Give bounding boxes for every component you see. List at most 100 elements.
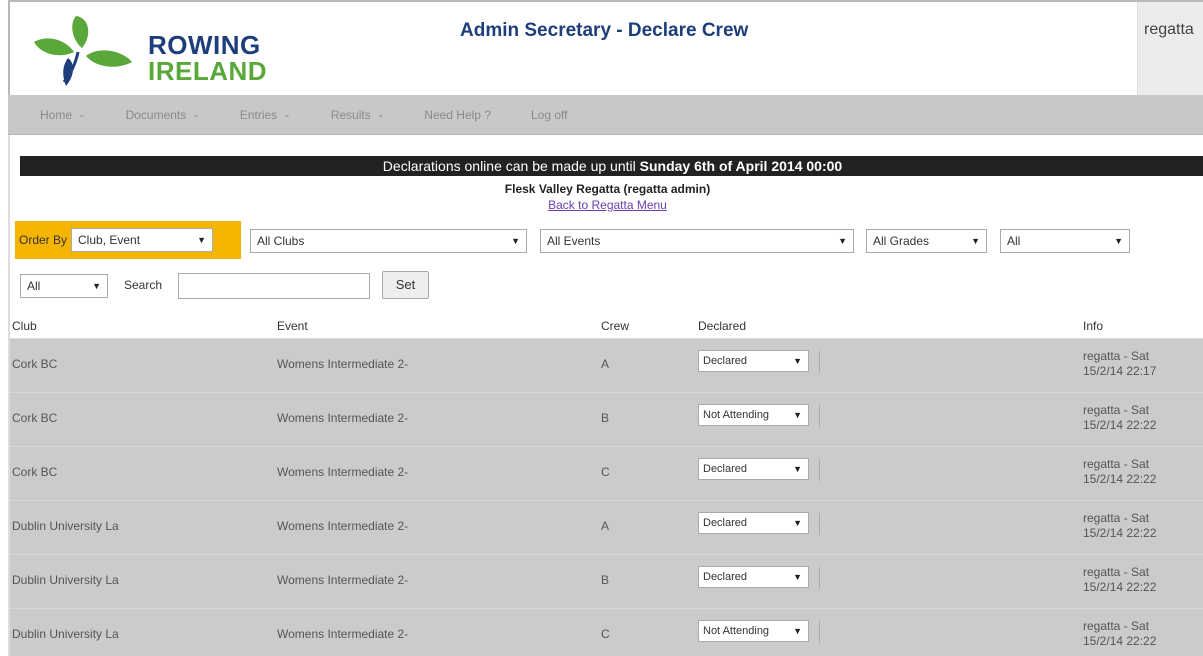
- nav-need-help[interactable]: Need Help ?: [424, 108, 491, 122]
- logo-line-2: IRELAND: [148, 56, 268, 86]
- shamrock-icon: [34, 16, 132, 86]
- main-nav: Home ⌄ Documents ⌄ Entries ⌄ Results ⌄ N…: [8, 95, 1203, 135]
- logo-line-1: ROWING: [148, 30, 261, 60]
- declared-value: Not Attending: [703, 625, 770, 637]
- main-content: Declarations online can be made up until…: [8, 135, 1203, 656]
- header-info: Info: [1083, 319, 1104, 333]
- nav-log-off-label: Log off: [531, 107, 568, 122]
- declared-select[interactable]: Not Attending ▼: [698, 620, 809, 642]
- info-line-1: regatta - Sat: [1083, 457, 1150, 471]
- divider: [819, 459, 820, 481]
- info-line-2: 15/2/14 22:22: [1083, 580, 1157, 594]
- declared-value: Declared: [703, 517, 748, 529]
- dropdown-arrow-icon: ▼: [511, 236, 520, 246]
- header: ROWING IRELAND Admin Secretary - Declare…: [8, 0, 1203, 95]
- header-club: Club: [12, 319, 37, 333]
- cell-crew: C: [601, 627, 610, 641]
- chevron-down-icon: ⌄: [376, 109, 385, 119]
- chevron-down-icon: ⌄: [283, 109, 291, 119]
- declaration-deadline-banner: Declarations online can be made up until…: [20, 156, 1203, 176]
- declared-value: Declared: [703, 355, 748, 367]
- nav-results[interactable]: Results ⌄: [331, 108, 385, 122]
- info-line-1: regatta - Sat: [1083, 349, 1150, 363]
- declared-select[interactable]: Declared ▼: [698, 512, 809, 534]
- cell-event: Womens Intermediate 2-: [277, 465, 409, 479]
- grades-select[interactable]: All Grades ▼: [866, 229, 987, 253]
- cell-declared: Declared ▼: [698, 512, 809, 534]
- order-by-value: Club, Event: [78, 233, 141, 247]
- declared-select[interactable]: Declared ▼: [698, 566, 809, 588]
- header-event: Event: [277, 319, 308, 333]
- dropdown-arrow-icon: ▼: [1114, 236, 1123, 246]
- info-line-1: regatta - Sat: [1083, 619, 1150, 633]
- nav-documents-label: Documents: [125, 107, 187, 122]
- cell-declared: Declared ▼: [698, 350, 809, 372]
- crew-table: Club Event Crew Declared Info Cork BC Wom…: [10, 311, 1203, 656]
- grades-value: All Grades: [873, 234, 930, 248]
- table-row: Cork BC Womens Intermediate 2- A Declared ▼ r…: [10, 339, 1203, 393]
- cell-club: Dublin University La: [12, 519, 119, 533]
- secondary-filter-select[interactable]: All ▼: [20, 274, 108, 298]
- declared-value: Declared: [703, 463, 748, 475]
- rowing-ireland-logo[interactable]: ROWING IRELAND: [30, 12, 267, 90]
- info-line-2: 15/2/14 22:22: [1083, 472, 1157, 486]
- dropdown-arrow-icon: ▼: [92, 281, 101, 291]
- clubs-select[interactable]: All Clubs ▼: [250, 229, 527, 253]
- user-box: regatta: [1137, 2, 1203, 95]
- back-to-regatta-menu-link[interactable]: Back to Regatta Menu: [548, 198, 667, 212]
- app: ROWING IRELAND Admin Secretary - Declare…: [0, 0, 1203, 656]
- search-label: Search: [124, 278, 163, 292]
- nav-entries[interactable]: Entries ⌄: [240, 108, 291, 122]
- cell-club: Dublin University La: [12, 627, 119, 641]
- dropdown-arrow-icon: ▼: [793, 356, 802, 366]
- dropdown-arrow-icon: ▼: [793, 572, 802, 582]
- search-input[interactable]: [178, 273, 370, 299]
- cell-info: regatta - Sat 15/2/14 22:22: [1083, 403, 1156, 433]
- declared-select[interactable]: Not Attending ▼: [698, 404, 809, 426]
- dropdown-arrow-icon: ▼: [793, 464, 802, 474]
- set-button[interactable]: Set: [382, 271, 429, 299]
- dropdown-arrow-icon: ▼: [838, 236, 847, 246]
- cell-club: Cork BC: [12, 411, 58, 425]
- cell-club: Dublin University La: [12, 573, 119, 587]
- info-line-2: 15/2/14 22:17: [1083, 364, 1157, 378]
- table-header: Club Event Crew Declared Info: [10, 311, 1203, 339]
- nav-results-label: Results: [330, 107, 371, 122]
- declared-select[interactable]: Declared ▼: [698, 350, 809, 372]
- order-by-select[interactable]: Club, Event ▼: [71, 228, 214, 252]
- nav-documents[interactable]: Documents ⌄: [126, 108, 200, 122]
- table-row: Cork BC Womens Intermediate 2- C Declared ▼ r…: [10, 447, 1203, 501]
- declared-select[interactable]: Declared ▼: [698, 458, 809, 480]
- cell-info: regatta - Sat 15/2/14 22:22: [1083, 619, 1156, 649]
- cell-info: regatta - Sat 15/2/14 22:22: [1083, 457, 1156, 487]
- cell-club: Cork BC: [12, 465, 58, 479]
- dropdown-arrow-icon: ▼: [793, 518, 802, 528]
- events-value: All Events: [547, 234, 601, 248]
- clubs-value: All Clubs: [257, 234, 305, 248]
- cell-declared: Not Attending ▼: [698, 404, 809, 426]
- dropdown-arrow-icon: ▼: [971, 236, 980, 246]
- nav-home[interactable]: Home ⌄: [40, 108, 86, 122]
- table-row: Cork BC Womens Intermediate 2- B Not Attend…: [10, 393, 1203, 447]
- events-select[interactable]: All Events ▼: [540, 229, 854, 253]
- nav-log-off[interactable]: Log off: [531, 108, 567, 122]
- cell-crew: B: [601, 411, 610, 425]
- back-link-row: Back to Regatta Menu: [10, 198, 1203, 212]
- status-filter-select[interactable]: All ▼: [1000, 229, 1130, 253]
- cell-crew: B: [601, 573, 610, 587]
- cell-declared: Declared ▼: [698, 458, 809, 480]
- divider: [819, 513, 820, 535]
- secondary-filter-value: All: [27, 279, 41, 293]
- cell-info: regatta - Sat 15/2/14 22:22: [1083, 565, 1156, 595]
- dropdown-arrow-icon: ▼: [793, 626, 802, 636]
- header-crew: Crew: [601, 319, 630, 333]
- info-line-1: regatta - Sat: [1083, 511, 1150, 525]
- table-row: Dublin University La Womens Intermediate …: [10, 555, 1203, 609]
- page-title: Admin Secretary - Declare Crew: [460, 20, 749, 41]
- cell-event: Womens Intermediate 2-: [277, 357, 409, 371]
- declared-value: Not Attending: [703, 409, 770, 421]
- info-line-1: regatta - Sat: [1083, 403, 1150, 417]
- cell-info: regatta - Sat 15/2/14 22:22: [1083, 511, 1156, 541]
- cell-club: Cork BC: [12, 357, 58, 371]
- status-filter-value: All: [1007, 234, 1021, 248]
